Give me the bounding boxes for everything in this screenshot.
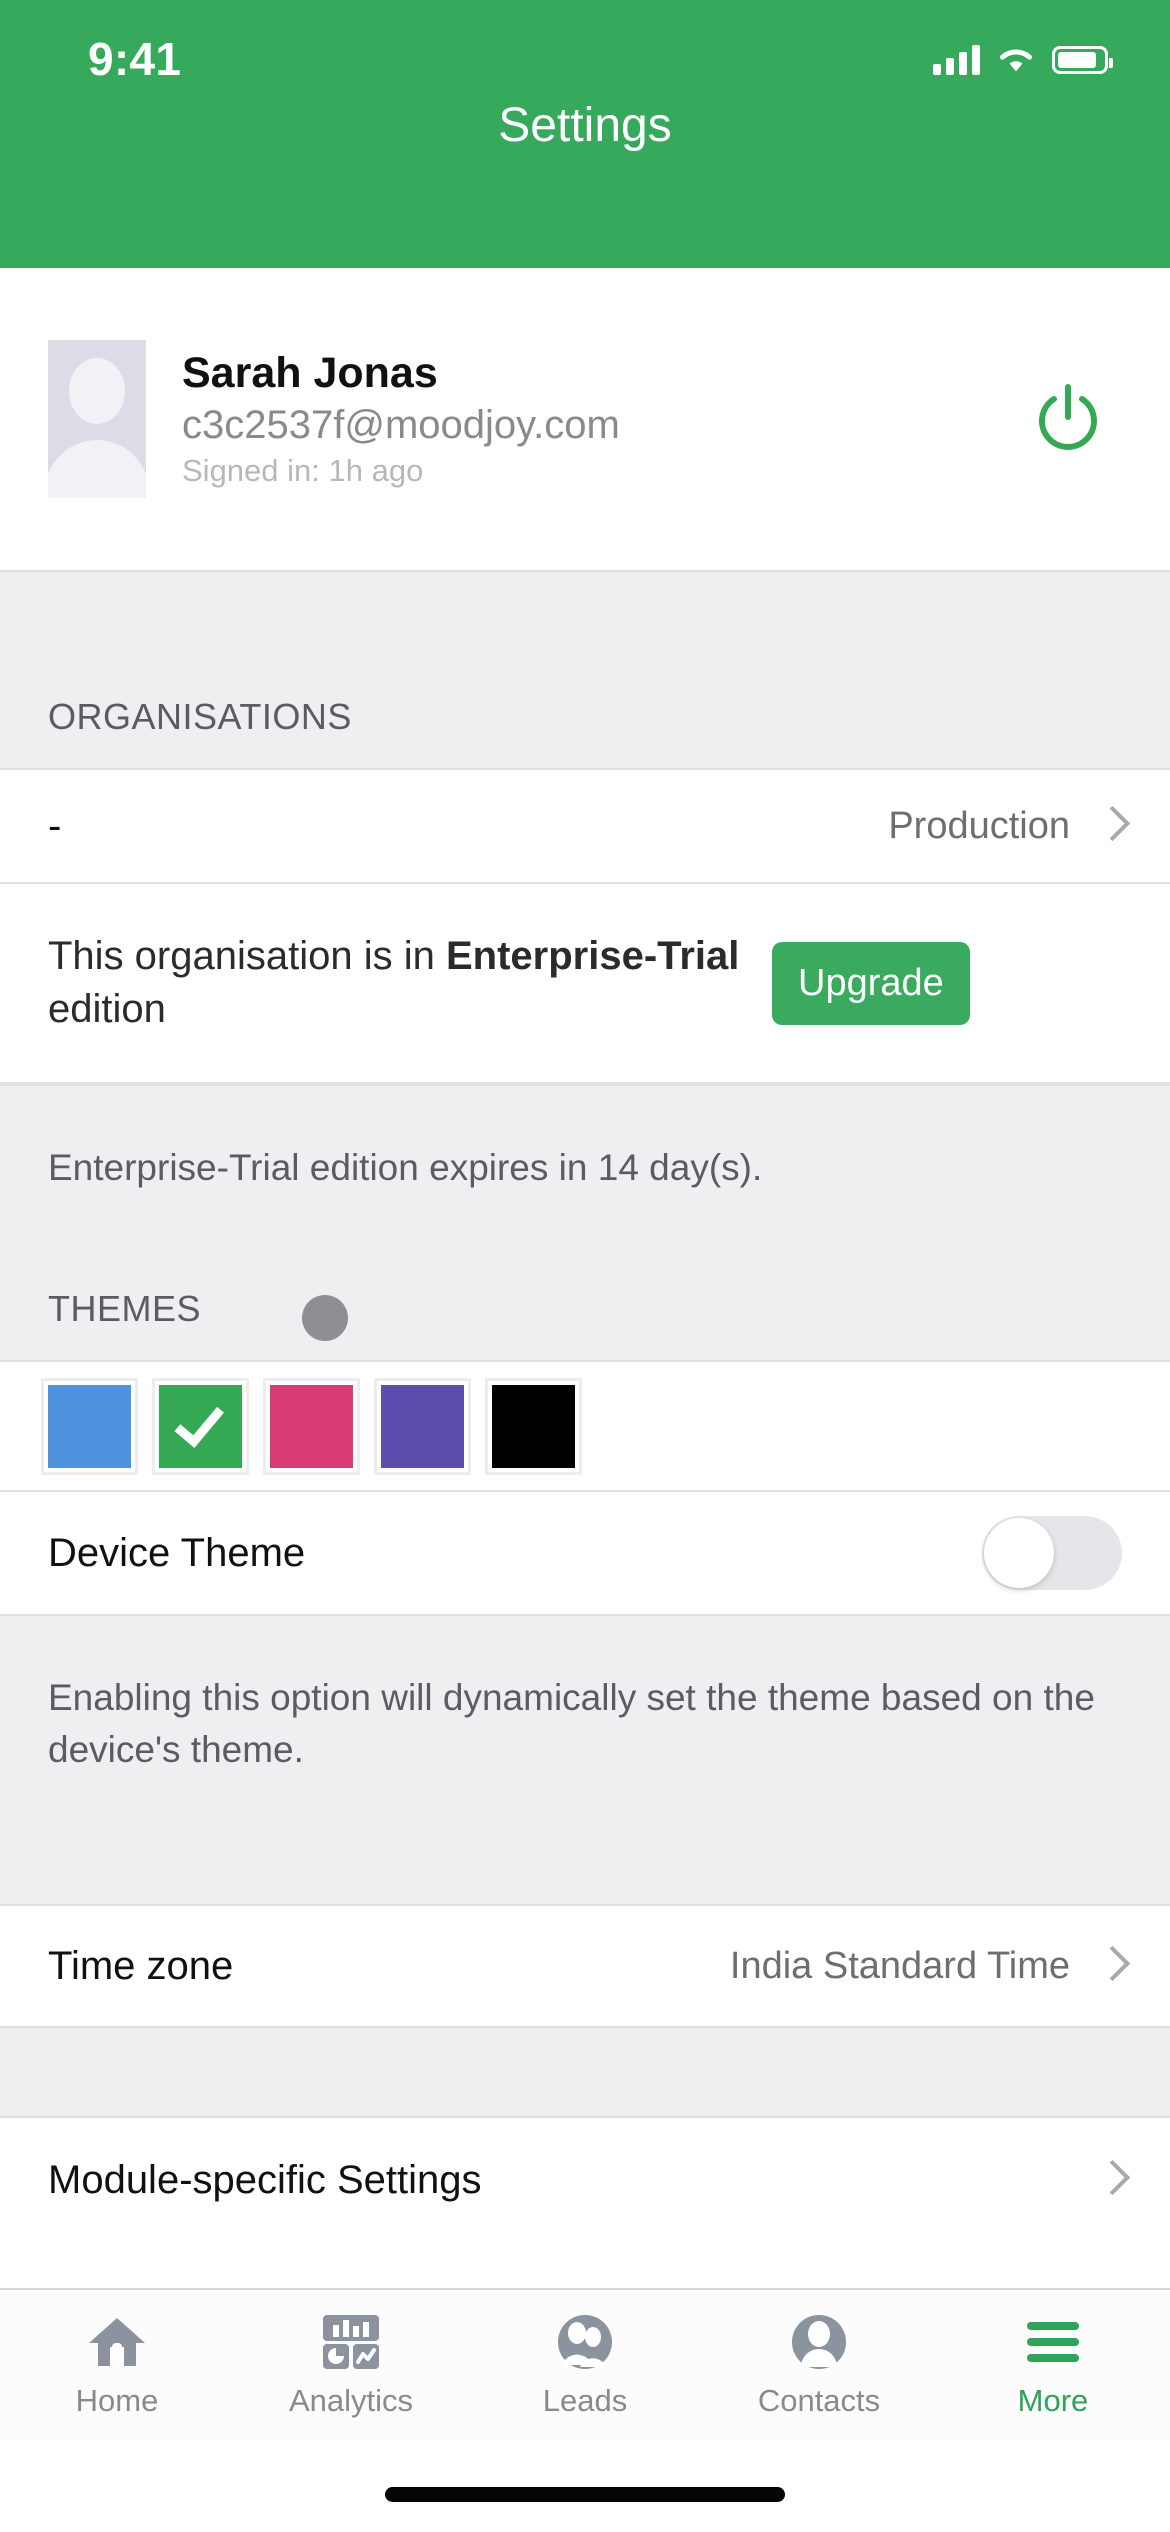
device-theme-note-band: Enabling this option will dynamically se…: [0, 1616, 1170, 1906]
themes-section-header: THEMES: [0, 1288, 1170, 1330]
tab-more[interactable]: More: [936, 2290, 1170, 2440]
tab-more-label: More: [1017, 2383, 1089, 2418]
expiry-note: Enterprise-Trial edition expires in 14 d…: [48, 1147, 763, 1188]
phone-screen: 9:41 Settings Sarah Jonas c3c2537f@moodj…: [0, 0, 1170, 2532]
edition-text-before: This organisation is in: [48, 934, 446, 979]
wifi-icon: [996, 45, 1036, 75]
module-specific-settings-row[interactable]: Module-specific Settings: [0, 2118, 1170, 2242]
organisations-section-header: ORGANISATIONS: [0, 570, 1170, 770]
home-icon: [86, 2311, 148, 2373]
chevron-right-icon: [1100, 807, 1122, 845]
chevron-right-icon: [1100, 1947, 1122, 1985]
edition-name: Enterprise-Trial: [445, 934, 740, 979]
avatar: [48, 340, 146, 498]
status-indicators: [933, 45, 1113, 75]
power-icon[interactable]: [1030, 381, 1106, 457]
app-header: 9:41 Settings: [0, 0, 1170, 268]
profile-signed-in: Signed in: 1h ago: [182, 453, 424, 489]
tab-analytics-label: Analytics: [288, 2383, 414, 2418]
expiry-themes-band: Enterprise-Trial edition expires in 14 d…: [0, 1084, 1170, 1362]
tab-home-label: Home: [75, 2383, 159, 2418]
themes-section-title: THEMES: [48, 1288, 202, 1329]
page-title: Settings: [498, 99, 672, 152]
profile-email: c3c2537f@moodjoy.com: [182, 403, 620, 448]
home-indicator: [385, 2487, 785, 2502]
time-zone-label: Time zone: [48, 1943, 234, 1988]
organisation-value: Production: [888, 804, 1070, 847]
profile-name: Sarah Jonas: [182, 349, 438, 398]
touch-pointer-indicator: [302, 1295, 348, 1341]
contacts-icon: [788, 2311, 850, 2373]
upgrade-button[interactable]: Upgrade: [772, 941, 970, 1025]
time-zone-row[interactable]: Time zone India Standard Time: [0, 1906, 1170, 2028]
edition-row: This organisation is in Enterprise-Trial…: [0, 884, 1170, 1084]
profile-details: Sarah Jonas c3c2537f@moodjoy.com Signed …: [182, 349, 1030, 489]
theme-swatch-green[interactable]: [152, 1377, 249, 1475]
tab-home[interactable]: Home: [0, 2290, 234, 2440]
theme-swatch-purple[interactable]: [374, 1377, 471, 1475]
status-time: 9:41: [88, 33, 182, 85]
time-zone-value: India Standard Time: [729, 1944, 1070, 1987]
analytics-icon: [321, 2311, 381, 2373]
theme-swatch-blue[interactable]: [41, 1377, 138, 1475]
device-theme-label: Device Theme: [48, 1530, 306, 1575]
organisation-label: -: [48, 803, 62, 848]
tab-leads[interactable]: Leads: [468, 2290, 702, 2440]
edition-text-after: edition: [48, 987, 166, 1031]
theme-swatches-row: [0, 1362, 1170, 1492]
section-spacer: [0, 2028, 1170, 2118]
edition-text: This organisation is in Enterprise-Trial…: [48, 930, 748, 1036]
chevron-right-icon: [1100, 2161, 1122, 2199]
device-theme-row[interactable]: Device Theme: [0, 1492, 1170, 1616]
battery-icon: [1052, 46, 1113, 74]
module-specific-settings-label: Module-specific Settings: [48, 2157, 482, 2202]
bottom-tab-bar: Home Analytics Leads Contacts More: [0, 2288, 1170, 2440]
theme-swatch-black[interactable]: [485, 1377, 582, 1475]
tab-leads-label: Leads: [542, 2383, 628, 2418]
tab-analytics[interactable]: Analytics: [234, 2290, 468, 2440]
tab-contacts[interactable]: Contacts: [702, 2290, 936, 2440]
profile-row[interactable]: Sarah Jonas c3c2537f@moodjoy.com Signed …: [0, 268, 1170, 570]
device-theme-toggle[interactable]: [982, 1516, 1122, 1590]
leads-icon: [554, 2311, 616, 2373]
device-theme-note: Enabling this option will dynamically se…: [48, 1677, 1095, 1770]
tab-contacts-label: Contacts: [757, 2383, 881, 2418]
cellular-signal-icon: [933, 45, 980, 75]
organisations-section-title: ORGANISATIONS: [48, 696, 352, 737]
hamburger-menu-icon: [1022, 2311, 1084, 2373]
status-bar: 9:41: [0, 0, 1170, 100]
check-icon: [173, 1395, 224, 1448]
theme-swatch-pink[interactable]: [263, 1377, 360, 1475]
organisation-row[interactable]: - Production: [0, 770, 1170, 884]
